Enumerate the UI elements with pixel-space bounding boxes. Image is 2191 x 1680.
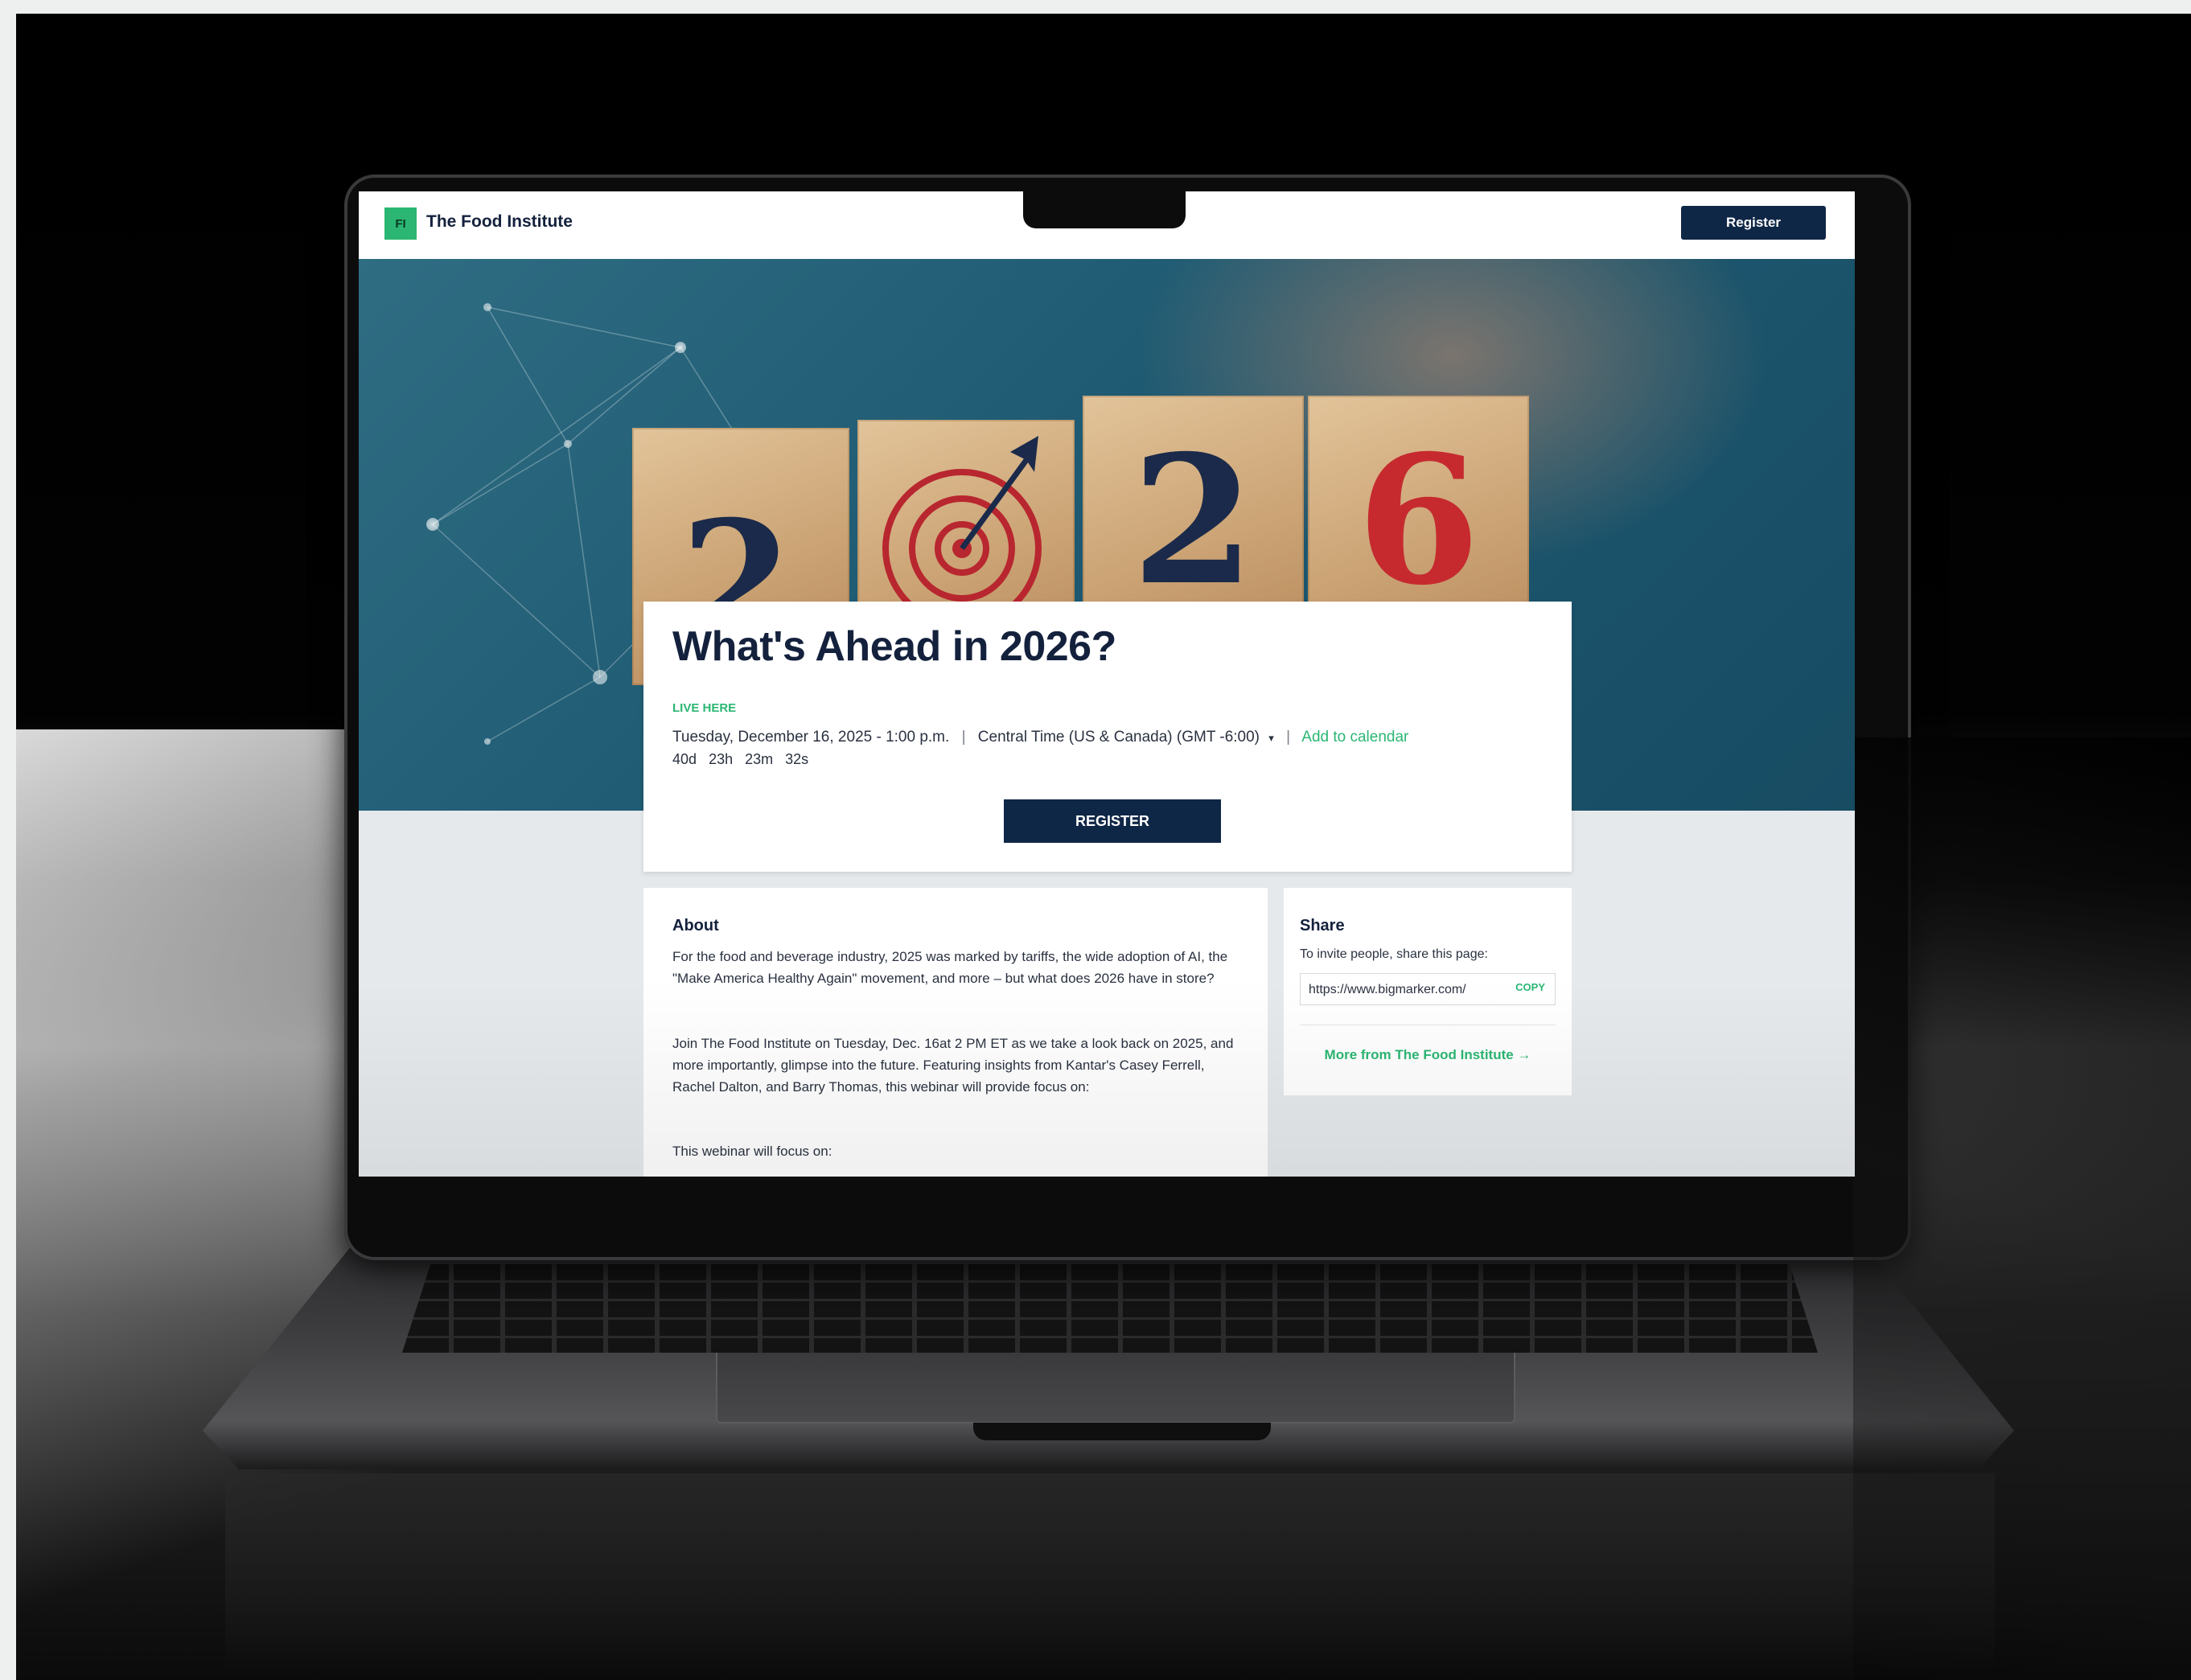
add-to-calendar-link[interactable]: Add to calendar [1301, 729, 1408, 746]
countdown-hours: 23h [709, 751, 734, 767]
countdown-minutes: 23m [745, 751, 774, 767]
share-instruction: To invite people, share this page: [1300, 947, 1488, 961]
about-section: About For the food and beverage industry… [643, 888, 1268, 1177]
countdown-days: 40d [672, 751, 697, 767]
about-paragraph: For the food and beverage industry, 2025… [672, 949, 1228, 986]
hero-digit-2: 2 [1131, 416, 1256, 624]
event-status-label: LIVE HERE [672, 701, 737, 715]
laptop-keyboard [402, 1264, 1818, 1353]
countdown-seconds: 32s [785, 751, 809, 767]
nav-register-button[interactable]: Register [1681, 206, 1826, 240]
about-paragraph: This webinar will focus on: [672, 1144, 832, 1159]
about-heading: About [672, 917, 719, 934]
copy-button[interactable]: COPY [1511, 980, 1550, 994]
target-icon [882, 436, 1042, 621]
event-date: Tuesday, December 16, 2025 - 1:00 p.m. [672, 729, 950, 746]
share-url-field: COPY [1300, 973, 1556, 1005]
about-paragraph: Join The Food Institute on Tuesday, Dec.… [672, 1036, 1234, 1095]
hero-digit-3: 6 [1356, 416, 1481, 624]
register-button[interactable]: REGISTER [1004, 799, 1221, 843]
laptop-front-notch [973, 1423, 1271, 1440]
laptop-screen: 2 2 6 FI The Food Institute Register Wha… [359, 191, 1855, 1177]
separator: | [961, 729, 966, 746]
event-date-line: Tuesday, December 16, 2025 - 1:00 p.m. |… [672, 729, 1408, 746]
share-section: Share To invite people, share this page:… [1284, 888, 1572, 1095]
separator: | [1286, 729, 1291, 746]
event-header-card: What's Ahead in 2026? LIVE HERE Tuesday,… [643, 602, 1572, 872]
timezone-caret-icon[interactable]: ▾ [1268, 732, 1274, 744]
camera-notch [1023, 191, 1186, 228]
brand-name[interactable]: The Food Institute [426, 212, 573, 232]
countdown-timer: 40d 23h 23m 32s [672, 751, 816, 768]
share-url-input[interactable] [1307, 980, 1500, 1000]
event-title: What's Ahead in 2026? [672, 623, 1116, 670]
share-heading: Share [1300, 917, 1345, 934]
laptop-trackpad [716, 1353, 1515, 1423]
desk-reflection [225, 1473, 1995, 1674]
more-from-organizer-link[interactable]: More from The Food Institute → [1284, 1047, 1572, 1063]
brand-logo[interactable]: FI [384, 207, 417, 240]
timezone-select[interactable]: Central Time (US & Canada) (GMT -6:00) [978, 729, 1260, 746]
